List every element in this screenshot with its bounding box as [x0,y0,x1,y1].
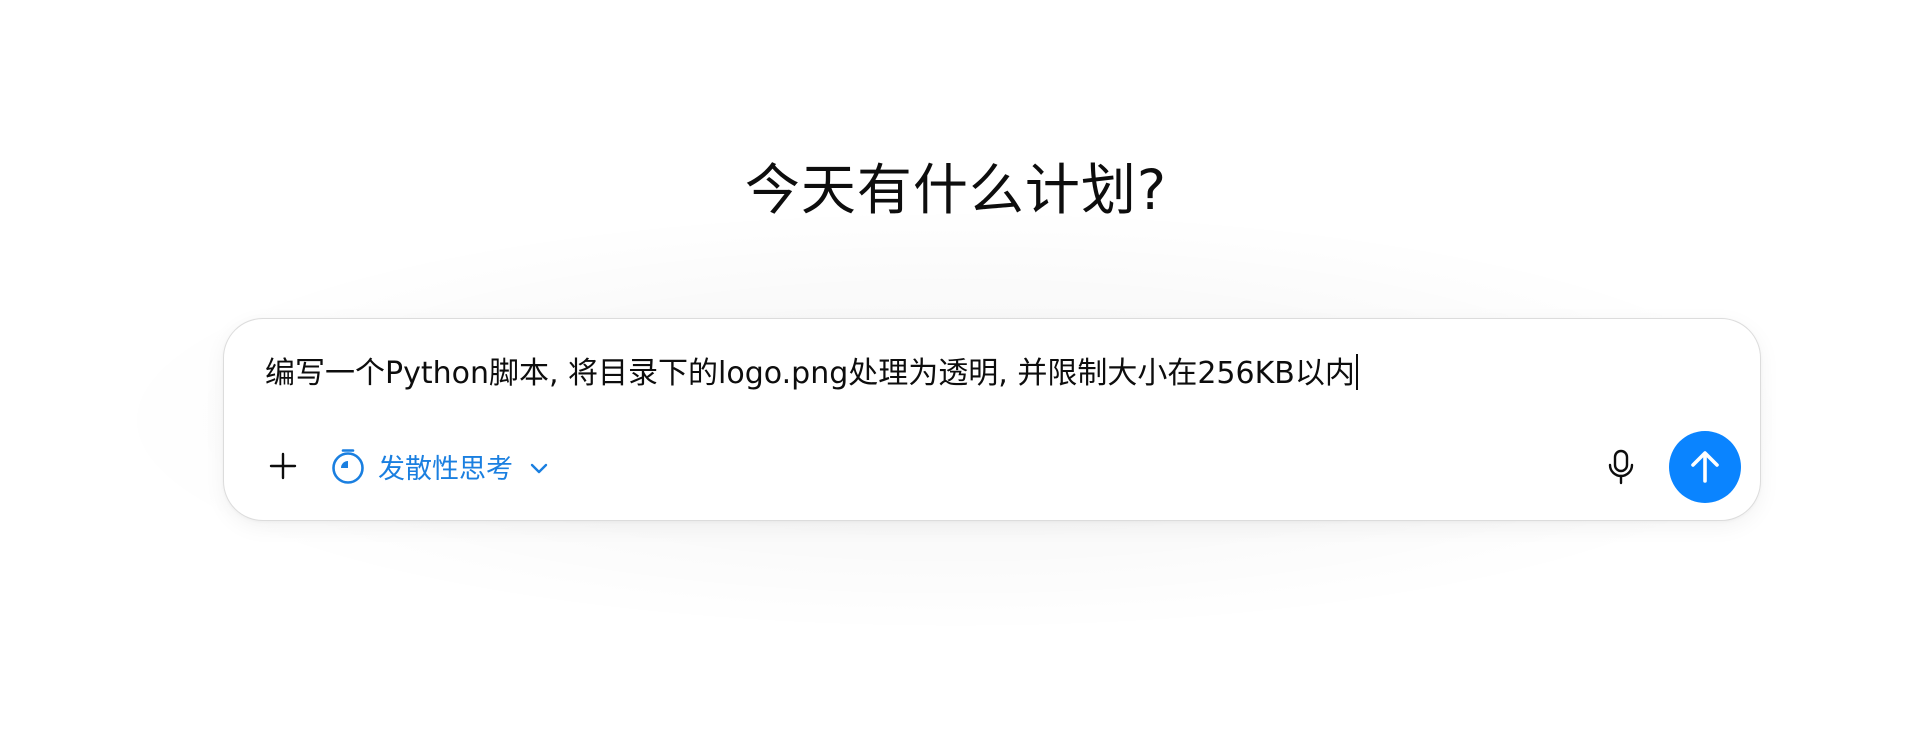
thinking-mode-label: 发散性思考 [378,453,513,485]
chevron-down-icon [529,461,549,475]
send-button[interactable] [1669,431,1741,503]
chat-home: 今天有什么计划? 编写一个Python脚本, 将目录下的logo.png处理为透… [0,0,1912,751]
timer-icon [330,447,366,485]
voice-input-button[interactable] [1598,444,1644,490]
add-attachment-button[interactable] [259,442,307,490]
prompt-composer: 编写一个Python脚本, 将目录下的logo.png处理为透明, 并限制大小在… [223,318,1761,521]
prompt-input[interactable]: 编写一个Python脚本, 将目录下的logo.png处理为透明, 并限制大小在… [265,352,1358,396]
prompt-input-value: 编写一个Python脚本, 将目录下的logo.png处理为透明, 并限制大小在… [265,356,1355,391]
text-caret [1355,354,1358,390]
thinking-mode-selector[interactable]: 发散性思考 [330,441,549,491]
plus-icon [269,452,297,480]
arrow-up-icon [1691,451,1719,483]
microphone-icon [1608,449,1634,485]
page-title: 今天有什么计划? [744,158,1168,222]
